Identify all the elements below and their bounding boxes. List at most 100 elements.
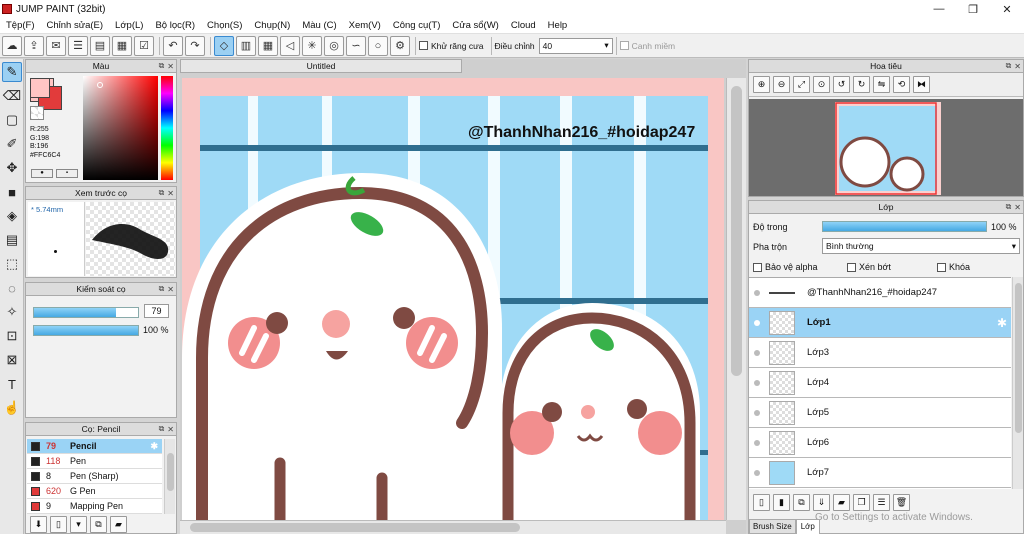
perspective-icon[interactable]: ◁: [280, 35, 300, 56]
layer-row-6[interactable]: Lớp6: [749, 428, 1011, 458]
layer-folder-icon[interactable]: ▰: [833, 494, 850, 511]
text-tool-icon[interactable]: T: [2, 374, 22, 394]
menu-capture[interactable]: Chụp(N): [248, 20, 296, 31]
select-eraser-tool-icon[interactable]: ⊠: [2, 350, 22, 370]
brush-opacity-slider[interactable]: [33, 325, 139, 336]
rect-select-tool-icon[interactable]: ▢: [2, 110, 22, 130]
select-tool-icon[interactable]: ⬚: [2, 254, 22, 274]
close-icon[interactable]: ✕: [167, 62, 174, 71]
reset-rotation-icon[interactable]: ⟲: [893, 76, 910, 93]
close-icon[interactable]: ✕: [167, 285, 174, 294]
float-icon[interactable]: ⧉: [159, 188, 165, 198]
curve-icon[interactable]: ∽: [346, 35, 366, 56]
redo-icon[interactable]: ↷: [185, 35, 205, 56]
copy-layer-icon[interactable]: ❐: [853, 494, 870, 511]
swatch-mode-icon[interactable]: ▪: [56, 169, 78, 178]
new-layer-alt-icon[interactable]: ▮: [773, 494, 790, 511]
bucket-tool-icon[interactable]: ◈: [2, 206, 22, 226]
float-icon[interactable]: ⧉: [159, 61, 165, 71]
lock-checkbox[interactable]: [937, 262, 946, 272]
brush-item-mapping-pen[interactable]: 9 Mapping Pen: [27, 499, 162, 514]
layer-row-4[interactable]: Lớp4: [749, 368, 1011, 398]
checklist-icon[interactable]: ☑: [134, 35, 154, 56]
undo-icon[interactable]: ↶: [163, 35, 183, 56]
brush-size-input[interactable]: 79: [144, 304, 169, 318]
hue-slider[interactable]: [161, 76, 173, 180]
zoom-in-icon[interactable]: ⊕: [753, 76, 770, 93]
menu-edit[interactable]: Chỉnh sửa(E): [41, 20, 110, 31]
list-icon[interactable]: ▦: [112, 35, 132, 56]
document-icon[interactable]: ☰: [68, 35, 88, 56]
gradient-tool-icon[interactable]: ▤: [2, 230, 22, 250]
eraser-tool-icon[interactable]: ⌫: [2, 86, 22, 106]
menu-window[interactable]: Cửa sổ(W): [446, 20, 504, 31]
actual-size-icon[interactable]: ⊙: [813, 76, 830, 93]
brush-list-scrollbar[interactable]: [164, 439, 175, 514]
fit-icon[interactable]: ⤢: [793, 76, 810, 93]
close-icon[interactable]: ✕: [167, 425, 174, 434]
canvas-horizontal-scrollbar[interactable]: [180, 520, 726, 534]
move-tool-icon[interactable]: ✥: [2, 158, 22, 178]
parallel-ruler-icon[interactable]: ▥: [236, 35, 256, 56]
close-icon[interactable]: ✕: [1014, 62, 1021, 71]
hand-tool-icon[interactable]: ☝: [2, 398, 22, 418]
new-brush-icon[interactable]: ▯: [50, 516, 67, 533]
layer-menu-icon[interactable]: ☰: [873, 494, 890, 511]
gear-icon[interactable]: ✱: [150, 441, 158, 452]
circle-icon[interactable]: ○: [368, 35, 388, 56]
radial-line-icon[interactable]: ✳: [302, 35, 322, 56]
layer-opacity-slider[interactable]: [822, 221, 987, 232]
settings-icon[interactable]: ⚙: [390, 35, 410, 56]
navigator-preview-area[interactable]: [749, 99, 1023, 196]
tab-layers[interactable]: Lớp: [795, 519, 820, 534]
merge-down-icon[interactable]: ⇓: [813, 494, 830, 511]
visibility-icon[interactable]: [754, 469, 760, 476]
float-icon[interactable]: ⧉: [1006, 202, 1012, 212]
magic-wand-tool-icon[interactable]: ✧: [2, 302, 22, 322]
gear-icon[interactable]: ✱: [997, 316, 1007, 330]
grid-icon[interactable]: ▦: [258, 35, 278, 56]
blend-mode-dropdown[interactable]: Bình thường ▾: [822, 238, 1020, 254]
brush-download-icon[interactable]: ⬇: [30, 516, 47, 533]
adjust-dropdown[interactable]: 40 ▾: [538, 37, 613, 54]
visibility-icon[interactable]: [754, 379, 760, 386]
lasso-tool-icon[interactable]: ◌: [2, 278, 22, 298]
layer-row-7[interactable]: Lớp7: [749, 458, 1011, 488]
menu-tools[interactable]: Công cụ(T): [387, 20, 447, 31]
flip-icon[interactable]: ⇋: [873, 76, 890, 93]
picker-mode-icon[interactable]: ●: [31, 169, 53, 178]
brush-item-pen[interactable]: 118 Pen: [27, 454, 162, 469]
brush-menu-icon[interactable]: ▾: [70, 516, 87, 533]
panel-icon[interactable]: ▤: [90, 35, 110, 56]
brush-tool-icon[interactable]: ✐: [2, 134, 22, 154]
menu-color[interactable]: Màu (C): [296, 20, 342, 31]
layer-row-5[interactable]: Lớp5: [749, 398, 1011, 428]
float-icon[interactable]: ⧉: [159, 284, 165, 294]
minimize-button[interactable]: —: [922, 0, 956, 18]
rotate-left-icon[interactable]: ↺: [833, 76, 850, 93]
layer-row-3[interactable]: Lớp3: [749, 338, 1011, 368]
menu-layer[interactable]: Lớp(L): [109, 20, 149, 31]
close-icon[interactable]: ✕: [1014, 203, 1021, 212]
upload-icon[interactable]: ⇪: [24, 35, 44, 56]
brush-copy-icon[interactable]: ⧉: [90, 516, 107, 533]
visibility-icon[interactable]: [754, 289, 760, 296]
layer-list-scrollbar[interactable]: [1012, 277, 1023, 489]
antialias-checkbox[interactable]: [419, 41, 428, 50]
float-icon[interactable]: ⧉: [159, 424, 165, 434]
menu-select[interactable]: Chọn(S): [201, 20, 248, 31]
comment-icon[interactable]: ✉: [46, 35, 66, 56]
canvas-vertical-scrollbar[interactable]: [726, 78, 746, 520]
cloud-icon[interactable]: ☁: [2, 35, 22, 56]
shape-fill-tool-icon[interactable]: ■: [2, 182, 22, 202]
brush-item-pen-sharp[interactable]: 8 Pen (Sharp): [27, 469, 162, 484]
select-pen-tool-icon[interactable]: ⊡: [2, 326, 22, 346]
float-icon[interactable]: ⧉: [1006, 61, 1012, 71]
new-layer-icon[interactable]: ▯: [753, 494, 770, 511]
visibility-icon[interactable]: [754, 349, 760, 356]
close-button[interactable]: ✕: [990, 0, 1024, 18]
saturation-value-picker[interactable]: [83, 76, 158, 180]
protect-alpha-checkbox[interactable]: [753, 262, 762, 272]
tab-brush-size[interactable]: Brush Size: [749, 519, 796, 534]
drawing-canvas[interactable]: @ThanhNhan216_#hoidap247: [182, 78, 724, 520]
